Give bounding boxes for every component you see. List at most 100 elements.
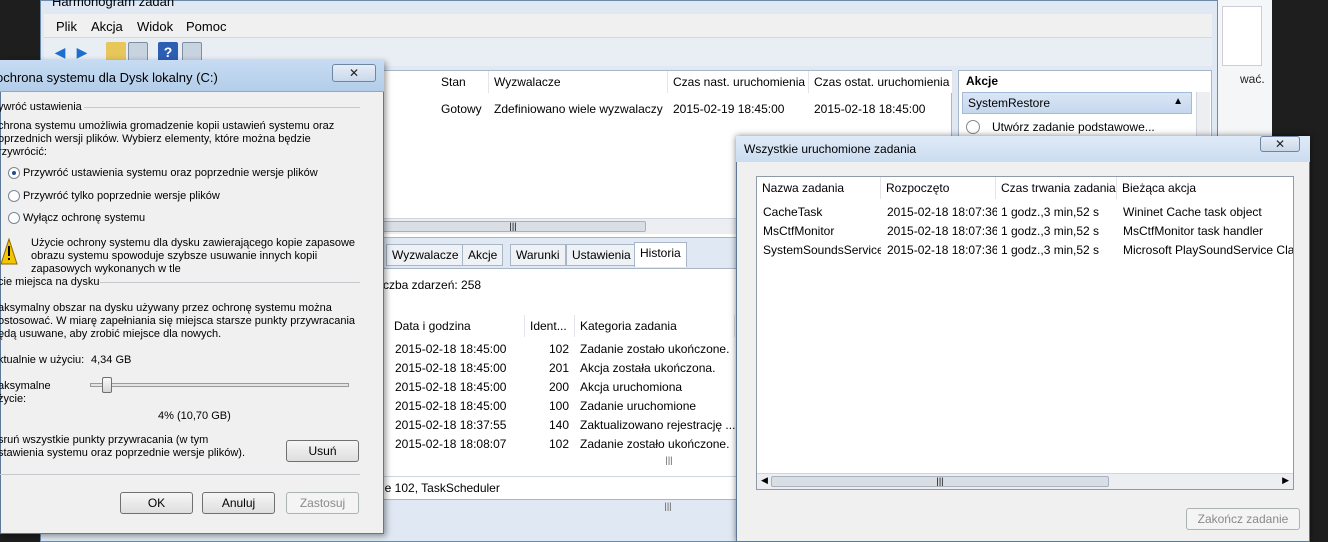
col-datetime[interactable]: Data i godzina — [389, 315, 525, 337]
option-restore-all[interactable]: Przywróć ustawienia systemu oraz poprzed… — [23, 167, 318, 179]
running-task-row[interactable]: SystemSoundsService 2015-02-18 18:07:36 1 … — [757, 243, 1293, 262]
col-started[interactable]: Rozpoczęto — [881, 177, 996, 199]
col-triggers[interactable]: Wyzwalacze — [489, 71, 668, 93]
running-task-cell: 1 godz.,3 min,52 s — [1001, 224, 1100, 238]
slider-thumb[interactable] — [101, 377, 112, 393]
current-usage-label: ktualnie w użyciu: — [0, 354, 85, 366]
history-cell: Zadanie zostało ukończone. — [580, 437, 730, 451]
running-task-cell: 1 godz.,3 min,52 s — [1001, 243, 1100, 257]
tab-settings[interactable]: Ustawienia — [566, 244, 637, 266]
console-icon[interactable] — [128, 42, 148, 62]
restore-desc-3: rzywrócić: — [0, 146, 47, 158]
history-cell: Akcja uruchomiona — [580, 380, 683, 394]
menu-bar: Plik Akcja Widok Pomoc — [44, 14, 1212, 38]
running-task-cell: CacheTask — [763, 205, 823, 219]
col-duration[interactable]: Czas trwania zadania — [996, 177, 1117, 199]
actions-section-header[interactable]: SystemRestore ▲ — [962, 92, 1192, 114]
running-task-cell: Wininet Cache task object — [1123, 205, 1262, 219]
event-detail-text: ie 102, TaskScheduler — [382, 481, 500, 495]
close-icon[interactable]: ✕ — [1260, 136, 1300, 152]
option-restore-files[interactable]: Przywróć tylko poprzednie wersje plików — [23, 190, 220, 202]
dialog-title: ochrona systemu dla Dysk lokalny (C:) — [0, 70, 218, 85]
running-task-cell: MsCtfMonitor — [763, 224, 835, 238]
tab-actions[interactable]: Akcje — [462, 244, 504, 266]
running-tasks-list: Nazwa zadania Rozpoczęto Czas trwania za… — [756, 176, 1294, 490]
apply-button[interactable]: Zastosuj — [286, 492, 359, 514]
restore-desc-2: oprzednich wersji plików. Wybierz elemen… — [0, 133, 311, 145]
current-usage-value: 4,34 GB — [91, 354, 132, 366]
task-last-run[interactable]: 2015-02-18 18:45:00 — [814, 102, 925, 116]
disk-group-label: cie miejsca na dysku — [0, 276, 100, 288]
history-cell: 2015-02-18 18:45:00 — [395, 361, 507, 375]
history-cell: 2015-02-18 18:08:07 — [395, 437, 507, 451]
running-list-scrollbar[interactable]: ◀ ||| ▶ — [757, 473, 1293, 489]
warning-line-3: zapasowych wykonanych w tle — [31, 263, 181, 275]
clock-icon — [966, 120, 980, 134]
ok-button[interactable]: OK — [120, 492, 193, 514]
radio-disable-protection[interactable] — [8, 212, 20, 224]
col-category[interactable]: Kategoria zadania — [575, 315, 735, 337]
running-dialog-title: Wszystkie uruchomione zadania — [744, 142, 917, 156]
menu-view[interactable]: Widok — [137, 19, 173, 34]
disk-desc-2: ostosować. W miarę zapełniania się miejs… — [0, 315, 356, 327]
history-cell: 2015-02-18 18:45:00 — [395, 342, 507, 356]
history-cell: 100 — [548, 399, 569, 413]
menu-action[interactable]: Akcja — [91, 19, 123, 34]
running-task-cell: 2015-02-18 18:07:36 — [887, 224, 997, 238]
col-next-run[interactable]: Czas nast. uruchomienia — [668, 71, 809, 93]
help-icon[interactable]: ? — [158, 42, 178, 62]
end-task-button[interactable]: Zakończ zadanie — [1186, 508, 1300, 530]
menu-file[interactable]: Plik — [56, 19, 77, 34]
background-window-text: wać. — [1240, 72, 1265, 86]
delete-desc-2: stawienia systemu oraz poprzednie wersje… — [0, 447, 245, 459]
actions-section-label: SystemRestore — [968, 96, 1051, 110]
col-last-run[interactable]: Czas ostat. uruchomienia — [809, 71, 953, 93]
task-state[interactable]: Gotowy — [441, 102, 482, 116]
running-task-cell: 2015-02-18 18:07:36 — [887, 243, 997, 257]
background-window-pane — [1222, 6, 1262, 66]
collapse-icon[interactable]: ▲ — [1173, 96, 1183, 107]
radio-restore-all[interactable] — [8, 167, 20, 179]
history-cell: 201 — [548, 361, 569, 375]
task-triggers[interactable]: Zdefiniowano wiele wyzwalaczy — [494, 102, 663, 116]
max-usage-value: 4% (10,70 GB) — [158, 410, 231, 422]
panel-icon[interactable] — [182, 42, 202, 62]
restore-group-label: ywróć ustawienia — [0, 101, 82, 113]
running-task-row[interactable]: CacheTask 2015-02-18 18:07:36 1 godz.,3 mi… — [757, 205, 1293, 224]
back-arrow-icon[interactable]: ◀ — [50, 42, 70, 62]
running-task-cell: Microsoft PlaySoundService Clas — [1123, 243, 1293, 257]
tab-history[interactable]: Historia — [634, 242, 687, 267]
history-cell: 2015-02-18 18:37:55 — [395, 418, 507, 432]
restore-group-line — [84, 107, 360, 108]
running-task-row[interactable]: MsCtfMonitor 2015-02-18 18:07:36 1 godz.,3… — [757, 224, 1293, 243]
history-cell: Zadanie zostało ukończone. — [580, 342, 730, 356]
option-disable-protection[interactable]: Wyłącz ochronę systemu — [23, 212, 145, 224]
col-current-action[interactable]: Bieżąca akcja — [1117, 177, 1293, 199]
history-cell: 2015-02-18 18:45:00 — [395, 399, 507, 413]
history-cell: 200 — [548, 380, 569, 394]
history-cell: 102 — [548, 437, 569, 451]
create-basic-task-link[interactable]: Utwórz zadanie podstawowe... — [992, 120, 1155, 134]
max-usage-slider[interactable] — [90, 383, 349, 387]
radio-restore-files[interactable] — [8, 190, 20, 202]
tab-conditions[interactable]: Warunki — [510, 244, 566, 266]
menu-help[interactable]: Pomoc — [186, 19, 226, 34]
max-usage-label-1: aksymalne — [0, 380, 51, 392]
task-next-run[interactable]: 2015-02-19 18:45:00 — [673, 102, 784, 116]
buttons-separator — [0, 474, 360, 475]
col-ident[interactable]: Ident... — [525, 315, 575, 337]
history-cell: 102 — [548, 342, 569, 356]
forward-arrow-icon[interactable]: ▶ — [72, 42, 92, 62]
close-icon[interactable]: ✕ — [332, 64, 376, 82]
running-task-cell: 1 godz.,3 min,52 s — [1001, 205, 1100, 219]
delete-button[interactable]: Usuń — [286, 440, 359, 462]
folder-icon[interactable] — [106, 42, 126, 62]
cancel-button[interactable]: Anuluj — [202, 492, 275, 514]
history-cell: Akcja została ukończona. — [580, 361, 716, 375]
col-task-name[interactable]: Nazwa zadania — [757, 177, 881, 199]
tab-triggers[interactable]: Wyzwalacze — [386, 244, 465, 266]
delete-desc-1: sruń wszystkie punkty przywracania (w ty… — [0, 434, 209, 446]
col-state[interactable]: Stan — [436, 71, 489, 93]
disk-group-line — [100, 282, 360, 283]
history-cell: Zadanie uruchomione — [580, 399, 697, 413]
